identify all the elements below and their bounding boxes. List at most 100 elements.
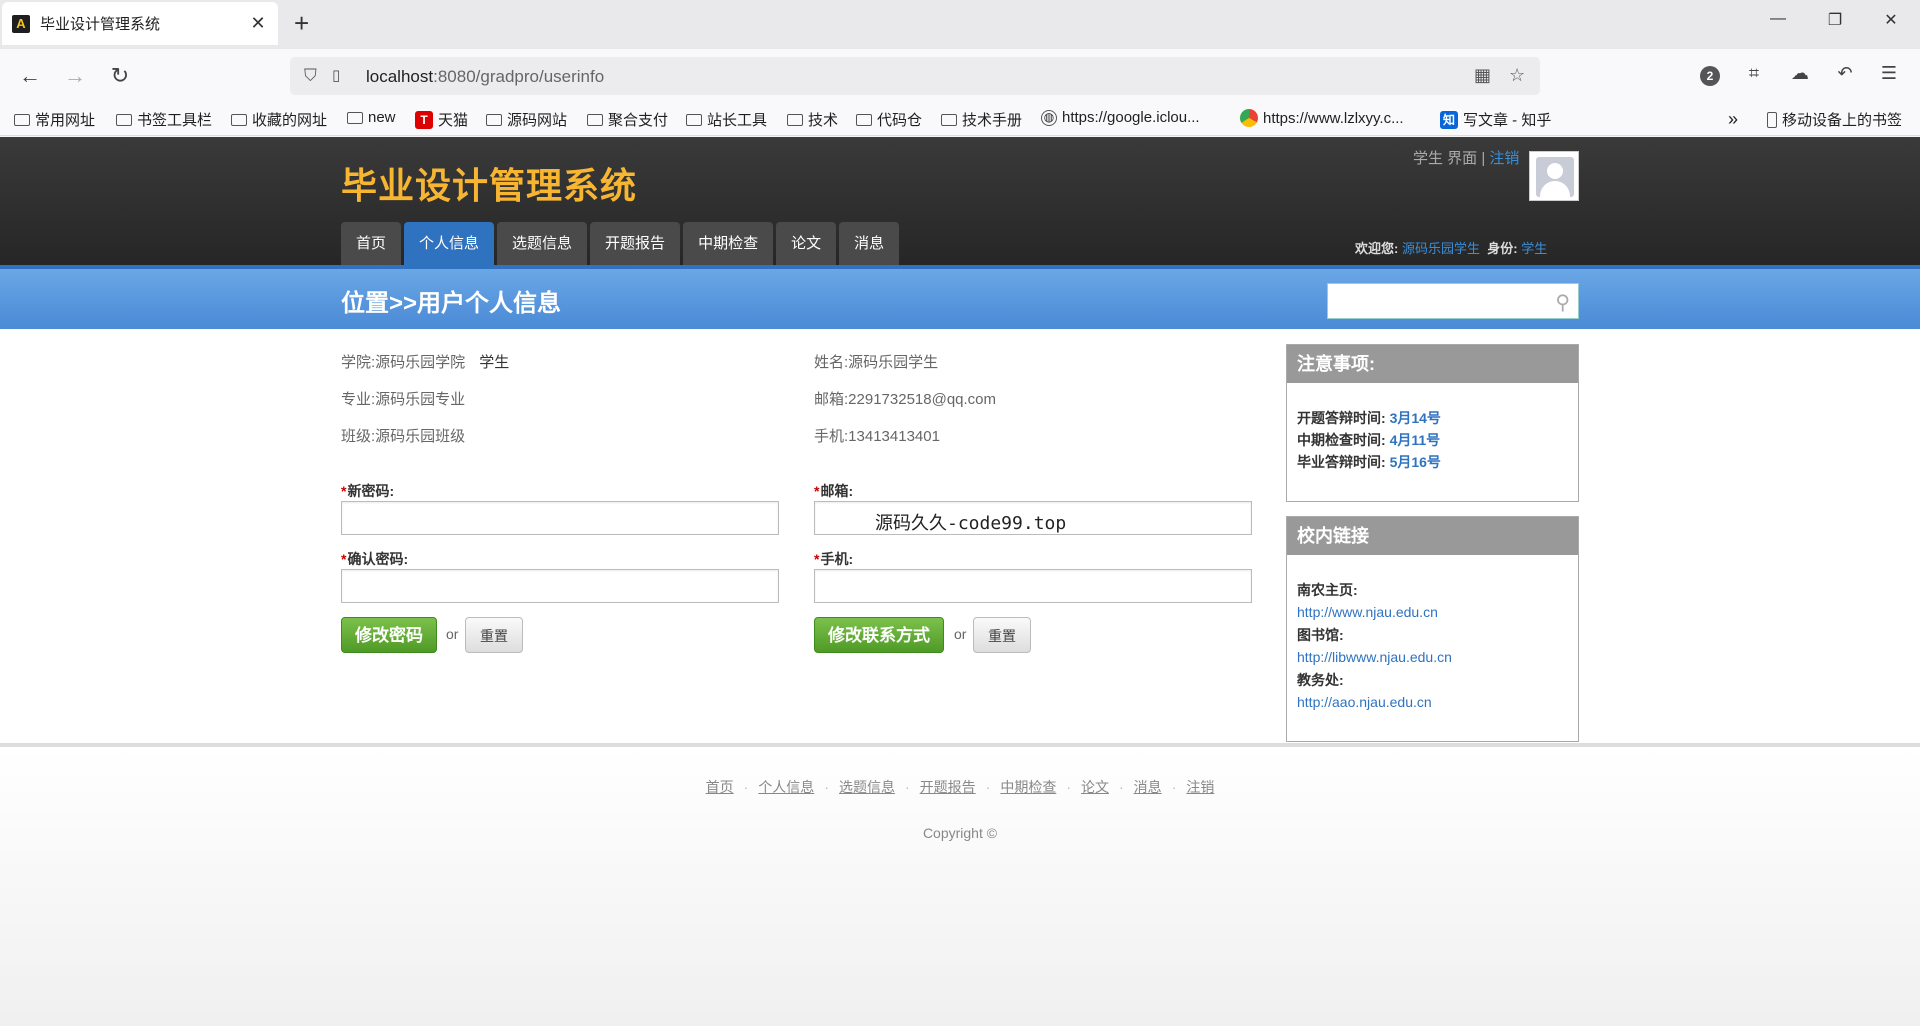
- bookmark-item[interactable]: 常用网址: [14, 109, 95, 130]
- zhihu-icon: 知: [1440, 110, 1458, 129]
- reload-icon[interactable]: ↻: [105, 63, 135, 89]
- campus-link-label: 南农主页:: [1297, 582, 1358, 598]
- folder-icon: [856, 113, 872, 126]
- bookmark-item[interactable]: T 天猫: [415, 109, 468, 130]
- bookmark-item[interactable]: 技术: [787, 109, 838, 130]
- chat-icon[interactable]: ☁: [1786, 63, 1814, 84]
- qr-code-icon[interactable]: ▦: [1474, 65, 1491, 86]
- email-info: 邮箱:2291732518@qq.com: [814, 391, 997, 408]
- contact-phone-label: *手机:: [814, 551, 854, 567]
- contact-email-field[interactable]: 源码久久-code99.top: [814, 501, 1252, 535]
- menu-item-profile[interactable]: 个人信息: [404, 222, 495, 265]
- bookmark-item[interactable]: 技术手册: [941, 109, 1022, 130]
- search-icon[interactable]: ⚲: [1555, 290, 1570, 315]
- campus-link-njau[interactable]: http://www.njau.edu.cn: [1287, 601, 1578, 624]
- globe-icon: ◍: [1041, 109, 1057, 126]
- confirm-password-field[interactable]: [341, 569, 779, 603]
- bookmark-item[interactable]: https://www.lzlxyy.c...: [1240, 109, 1404, 127]
- change-password-button[interactable]: 修改密码: [341, 617, 437, 653]
- url-text[interactable]: localhost:8080/gradpro/userinfo: [366, 67, 604, 87]
- new-tab-plus-icon[interactable]: +: [294, 9, 309, 37]
- menu-item-topics[interactable]: 选题信息: [497, 222, 588, 265]
- footer-link-topics[interactable]: 选题信息: [839, 779, 895, 795]
- footer-link-thesis[interactable]: 论文: [1081, 779, 1109, 795]
- close-tab-icon[interactable]: ✕: [248, 13, 268, 34]
- bookmark-item[interactable]: 书签工具栏: [116, 109, 212, 130]
- footer-link-messages[interactable]: 消息: [1134, 779, 1162, 795]
- mobile-bookmarks[interactable]: 移动设备上的书签: [1767, 109, 1902, 130]
- bookmark-item[interactable]: 站长工具: [686, 109, 767, 130]
- bookmark-item[interactable]: 收藏的网址: [231, 109, 327, 130]
- or-text: or: [446, 626, 459, 642]
- campus-link-library[interactable]: http://libwww.njau.edu.cn: [1287, 646, 1578, 669]
- folder-icon: [14, 113, 30, 126]
- footer-link-home[interactable]: 首页: [706, 779, 734, 795]
- close-window-icon[interactable]: ✕: [1876, 10, 1906, 30]
- web-page: 毕业设计管理系统 学生 界面 | 注销 首页 个人信息 选题信息 开题报告 中期…: [0, 137, 1920, 1026]
- undo-icon[interactable]: ↶: [1831, 63, 1859, 84]
- menu-item-proposal[interactable]: 开题报告: [590, 222, 681, 265]
- browser-tab[interactable]: A 毕业设计管理系统 ✕: [2, 2, 278, 45]
- folder-icon: [347, 111, 363, 124]
- footer-link-profile[interactable]: 个人信息: [758, 779, 814, 795]
- footer-links: 首页 · 个人信息 · 选题信息 · 开题报告 · 中期检查 · 论文 · 消息 · 注销: [705, 779, 1215, 795]
- search-input[interactable]: ⚲: [1327, 283, 1579, 319]
- footer: 首页 · 个人信息 · 选题信息 · 开题报告 · 中期检查 · 论文 · 消息 · 注销 Copyrigh…: [0, 743, 1920, 1026]
- new-password-label: *新密码:: [341, 483, 395, 499]
- role-value-link[interactable]: 学生: [1521, 241, 1547, 256]
- new-password-field[interactable]: [341, 501, 779, 535]
- extension-badge-icon[interactable]: 2: [1700, 66, 1720, 86]
- breadcrumb: 位置>>用户个人信息: [341, 290, 562, 317]
- college-info: 学院:源码乐园学院 学生: [341, 354, 510, 371]
- menu-item-thesis[interactable]: 论文: [776, 222, 837, 265]
- menu-item-messages[interactable]: 消息: [839, 222, 900, 265]
- phone-info: 手机:13413413401: [814, 428, 940, 445]
- bookmark-item[interactable]: 代码仓: [856, 109, 922, 130]
- role-label: 学生 界面: [1413, 150, 1478, 167]
- reset-contact-button[interactable]: 重置: [973, 617, 1031, 653]
- minimize-icon[interactable]: —: [1763, 10, 1793, 28]
- bookmark-item[interactable]: ◍ https://google.iclou...: [1041, 109, 1200, 126]
- main-menu: 首页 个人信息 选题信息 开题报告 中期检查 论文 消息: [341, 222, 902, 265]
- menu-icon[interactable]: ☰: [1875, 63, 1903, 84]
- more-bookmarks-chevron-icon[interactable]: »: [1728, 109, 1738, 130]
- folder-icon: [941, 113, 957, 126]
- menu-item-home[interactable]: 首页: [341, 222, 402, 265]
- page-info-icon[interactable]: ▯: [332, 66, 340, 84]
- folder-icon: [116, 113, 132, 126]
- separator: |: [1477, 150, 1490, 167]
- address-bar[interactable]: ⛉ ▯ localhost:8080/gradpro/userinfo ▦ ☆: [290, 57, 1540, 95]
- site-favicon-icon: A: [12, 14, 30, 33]
- crop-icon[interactable]: ⌗: [1740, 63, 1768, 84]
- bookmark-item[interactable]: new: [347, 109, 396, 126]
- campus-link-aao[interactable]: http://aao.njau.edu.cn: [1287, 691, 1578, 714]
- logout-link[interactable]: 注销: [1489, 150, 1519, 167]
- shield-icon[interactable]: ⛉: [304, 66, 317, 86]
- campus-links-box: 校内链接 南农主页: http://www.njau.edu.cn 图书馆: h…: [1286, 516, 1579, 742]
- folder-icon: [686, 113, 702, 126]
- footer-link-logout[interactable]: 注销: [1186, 779, 1214, 795]
- campus-links-title: 校内链接: [1287, 517, 1578, 555]
- avatar[interactable]: [1529, 151, 1579, 201]
- bookmark-item[interactable]: 知写文章 - 知乎: [1440, 109, 1551, 130]
- forward-arrow-icon[interactable]: →: [60, 63, 90, 89]
- folder-icon: [587, 113, 603, 126]
- change-contact-button[interactable]: 修改联系方式: [814, 617, 944, 653]
- bookmark-item[interactable]: 源码网站: [486, 109, 567, 130]
- footer-link-midterm[interactable]: 中期检查: [1000, 779, 1056, 795]
- campus-link-label: 教务处:: [1297, 672, 1344, 688]
- reset-password-button[interactable]: 重置: [465, 617, 523, 653]
- bookmark-item[interactable]: 聚合支付: [587, 109, 668, 130]
- contact-phone-field[interactable]: [814, 569, 1252, 603]
- tab-title: 毕业设计管理系统: [40, 16, 161, 33]
- menu-item-midterm[interactable]: 中期检查: [683, 222, 774, 265]
- restore-icon[interactable]: ❐: [1820, 10, 1850, 30]
- footer-link-proposal[interactable]: 开题报告: [920, 779, 976, 795]
- contact-email-value: 源码久久-code99.top: [875, 513, 1067, 534]
- welcome-user-link[interactable]: 源码乐园学生: [1402, 241, 1480, 256]
- user-avatar-icon: [1536, 157, 1574, 197]
- back-arrow-icon[interactable]: ←: [15, 63, 45, 89]
- notice-item: 毕业答辩时间: 5月16号: [1297, 454, 1441, 470]
- bookmark-star-icon[interactable]: ☆: [1509, 65, 1525, 86]
- notice-item: 开题答辩时间: 3月14号: [1297, 410, 1441, 426]
